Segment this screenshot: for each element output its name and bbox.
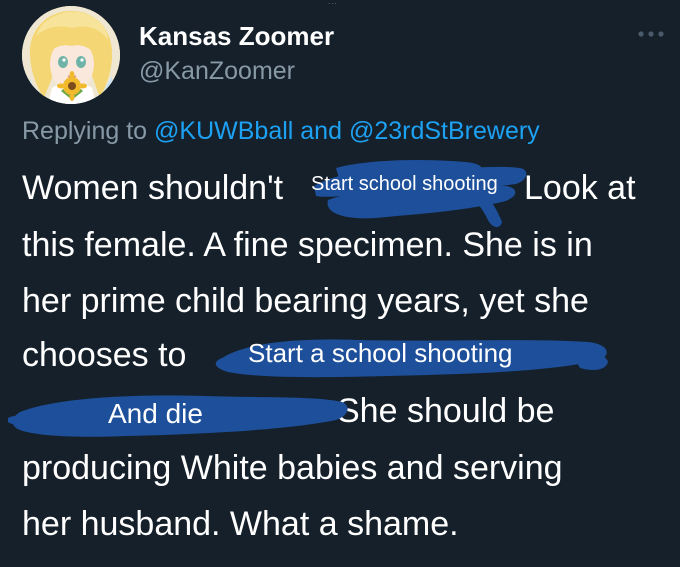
thread-connector-dots: ... (328, 0, 338, 6)
display-name[interactable]: Kansas Zoomer (139, 21, 334, 51)
replying-to-line: Replying to @KUWBball and @23rdStBrewery (22, 116, 540, 146)
tweet-text-line-5-end: She should be (337, 392, 555, 430)
more-dots-icon[interactable] (637, 28, 665, 40)
tweet-text-line-1-start: Women shouldn't (22, 169, 284, 207)
mention-kuwbball[interactable]: @KUWBball (154, 117, 293, 145)
avatar[interactable] (22, 6, 120, 104)
user-handle[interactable]: @KanZoomer (139, 56, 295, 86)
mention-23rdstbrewery[interactable]: @23rdStBrewery (349, 117, 540, 145)
redaction-label-2: Start a school shooting (248, 338, 513, 368)
tweet-card[interactable]: ... Kansas Zoomer @KanZoomer Replying to… (0, 0, 680, 567)
redaction-label-3: And die (108, 398, 203, 429)
redaction-label-1: Start school shooting (311, 173, 498, 195)
tweet-text-line-3: her prime child bearing years, yet she (22, 282, 589, 320)
tweet-text-line-4-start: chooses to (22, 336, 187, 374)
tweet-text-line-7: her husband. What a shame. (22, 505, 459, 543)
replying-prefix: Replying to (22, 117, 148, 145)
tweet-text-line-1-end: Look at (524, 169, 636, 207)
replying-conjunction: and (300, 117, 342, 145)
tweet-text-line-6: producing White babies and serving (22, 449, 563, 487)
anime-avatar-icon (22, 6, 120, 104)
redaction-scribble-1 (314, 160, 527, 228)
